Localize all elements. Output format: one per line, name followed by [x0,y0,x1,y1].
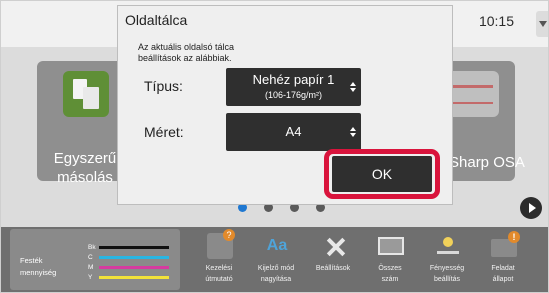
help-guide-icon [207,229,235,259]
toner-bar-yellow [99,276,169,279]
toner-label: Festék mennyiség [20,255,56,279]
toner-letter: M [88,264,94,271]
job-status-icon [491,231,520,257]
toner-letter: C [88,254,93,261]
paper-type-select[interactable]: Nehéz papír 1 (106-176g/m²) [226,68,361,106]
next-page-arrow-icon[interactable] [520,197,542,219]
toner-row-yellow: Y [88,273,178,282]
paper-type-weight: (106-176g/m²) [264,90,323,100]
clock: 10:15 [478,13,514,29]
label-line2: nagyítása [260,276,292,283]
total-count-button[interactable]: Összes szám [362,231,418,291]
brightness-icon [435,233,461,259]
select-arrows-icon [350,82,356,92]
ok-button[interactable]: OK [332,156,432,192]
paper-type-label: Típus: [144,78,183,94]
copy-icon [63,71,109,117]
brightness-button[interactable]: Fényesség beállítás [419,231,475,291]
paper-size-select[interactable]: A4 [226,113,361,151]
operation-guide-button[interactable]: Kezelési útmutató [191,229,247,291]
paper-size-label: Méret: [144,124,184,140]
select-arrows-icon [350,127,356,137]
bottom-bar-label: Feladat állapot [469,263,537,285]
display-zoom-button[interactable]: Aa Kijelző mód nagyítása [248,231,304,291]
toner-letter: Bk [88,244,96,251]
sharp-osa-icon [447,71,499,117]
dialog-description-line2: beállítások az alábbiak. [138,53,232,63]
toner-level-panel[interactable]: Festék mennyiség Bk C M Y [10,229,180,290]
dialog-title: Oldaltálca [125,12,188,28]
toner-bar-cyan [99,256,169,259]
app-tile-label: Sharp OSA [449,154,525,171]
dialog-description-line1: Az aktuális oldalsó tálca [138,42,235,52]
label-line1: Feladat [491,265,515,272]
label-line2: állapot [492,276,514,283]
toner-label-line2: mennyiség [20,268,57,277]
pull-down-tab-icon[interactable] [536,11,548,37]
toner-letter: Y [88,274,93,281]
settings-button[interactable]: Beállítások [305,231,361,291]
toner-bar-magenta [99,266,169,269]
side-tray-dialog: Oldaltálca Az aktuális oldalsó tálca beá… [117,5,453,205]
toner-row-cyan: C [88,253,178,262]
bottom-bar: Festék mennyiség Bk C M Y Ke [1,227,548,292]
job-status-button[interactable]: Feladat állapot [475,231,531,291]
settings-icon [321,233,347,259]
printer-touch-screen: 10:15 Egyszerű másolás Sharp OSA Festék … [0,0,549,293]
totals-counter-icon [378,237,404,255]
dialog-description: Az aktuális oldalsó tálca beállítások az… [138,42,234,64]
toner-row-magenta: M [88,263,178,272]
toner-bar-black [99,246,169,249]
toner-row-black: Bk [88,243,178,252]
paper-type-value: Nehéz papír 1 [252,72,335,87]
display-zoom-icon: Aa [266,237,288,254]
toner-label-line1: Festék [20,256,43,265]
paper-size-value: A4 [285,124,302,139]
